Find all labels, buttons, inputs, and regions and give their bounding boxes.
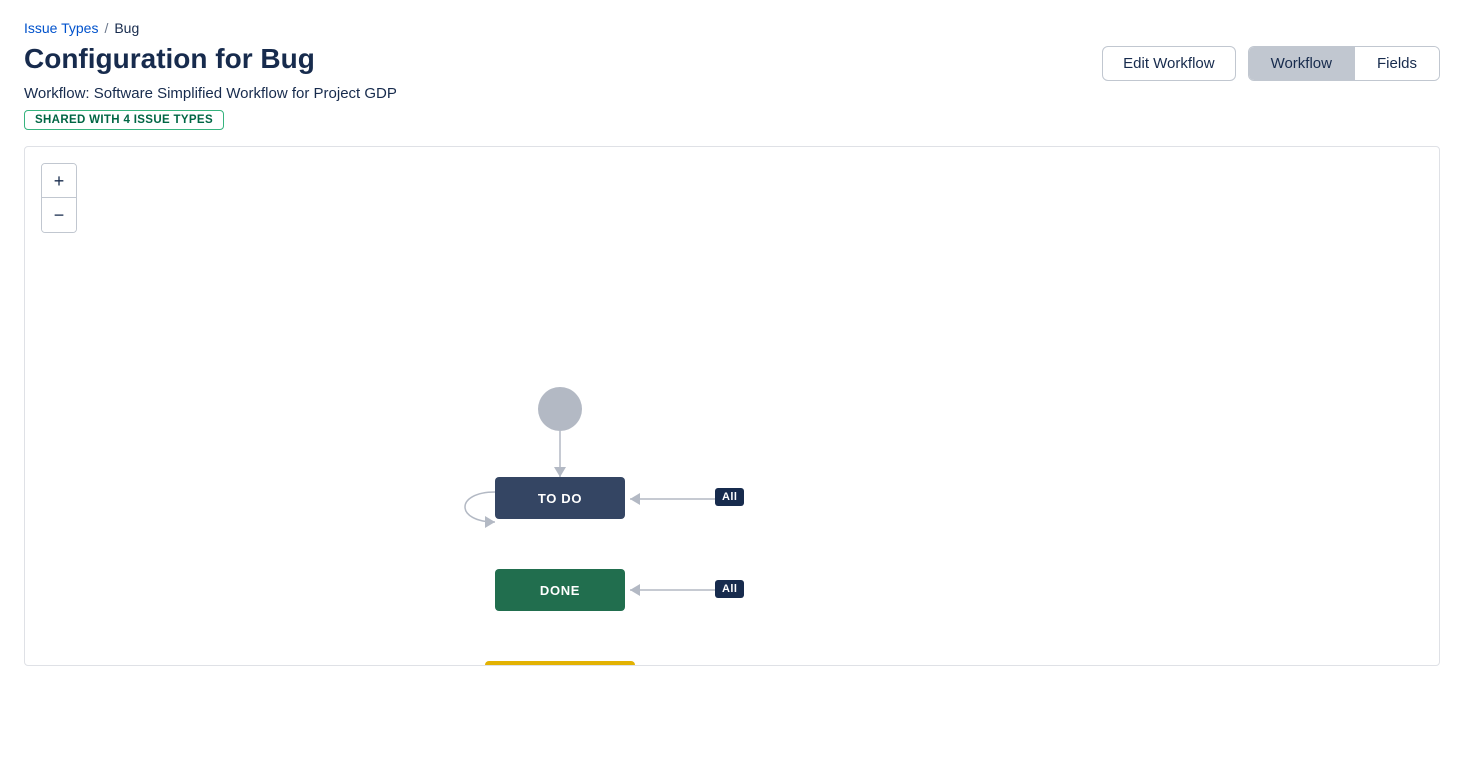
- todo-label: TO DO: [538, 491, 582, 506]
- done-label: DONE: [540, 583, 580, 598]
- all-badge-done[interactable]: All: [715, 580, 744, 598]
- todo-self-loop-arrow: [485, 516, 495, 528]
- zoom-out-button[interactable]: −: [42, 198, 76, 232]
- header-row: Configuration for Bug Edit Workflow Work…: [24, 42, 1440, 81]
- start-node: [538, 387, 582, 431]
- breadcrumb: Issue Types / Bug: [24, 20, 1440, 36]
- tab-workflow-button[interactable]: Workflow: [1249, 47, 1355, 80]
- all-to-done-arrowhead: [630, 584, 640, 596]
- page-title: Configuration for Bug: [24, 42, 315, 76]
- breadcrumb-issue-types-link[interactable]: Issue Types: [24, 20, 98, 36]
- tab-fields-button[interactable]: Fields: [1355, 47, 1439, 80]
- page-container: Issue Types / Bug Configuration for Bug …: [0, 0, 1464, 686]
- shared-badge: SHARED WITH 4 ISSUE TYPES: [24, 110, 224, 130]
- breadcrumb-separator: /: [104, 20, 108, 36]
- done-node[interactable]: DONE: [495, 569, 625, 611]
- todo-self-loop: [465, 492, 495, 522]
- start-to-todo-arrow: [554, 467, 566, 477]
- all-badge-todo[interactable]: All: [715, 488, 744, 506]
- zoom-controls: + −: [41, 163, 77, 233]
- all-to-todo-arrowhead: [630, 493, 640, 505]
- header-buttons: Edit Workflow Workflow Fields: [1102, 46, 1440, 81]
- zoom-in-button[interactable]: +: [42, 164, 76, 198]
- workflow-subtitle: Workflow: Software Simplified Workflow f…: [24, 85, 1440, 102]
- todo-node[interactable]: TO DO: [495, 477, 625, 519]
- workflow-diagram: + − TO DO: [24, 146, 1440, 666]
- inprogress-node[interactable]: IN PROGRESS: [485, 661, 635, 666]
- tab-group: Workflow Fields: [1248, 46, 1440, 81]
- edit-workflow-button[interactable]: Edit Workflow: [1102, 46, 1235, 81]
- breadcrumb-current: Bug: [114, 20, 139, 36]
